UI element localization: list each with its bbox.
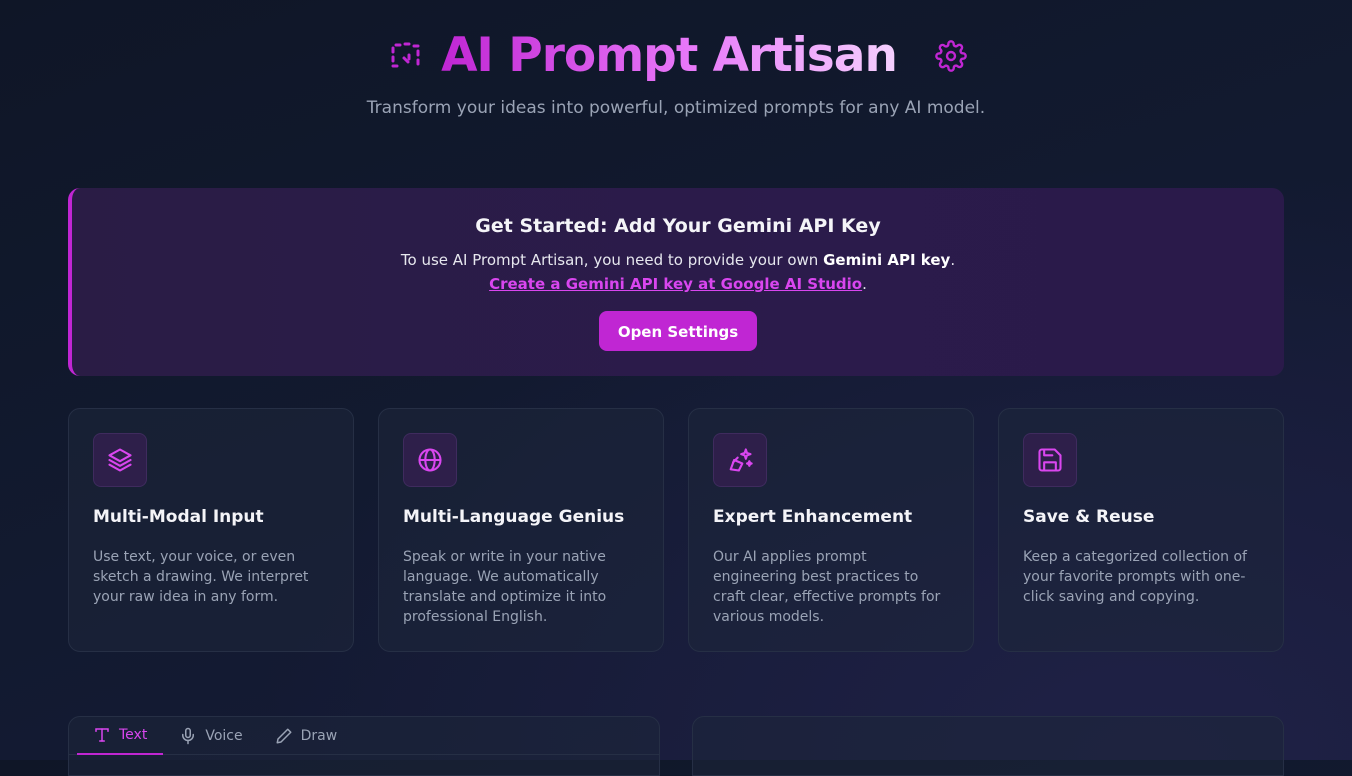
api-key-banner: Get Started: Add Your Gemini API Key To … bbox=[68, 188, 1284, 376]
input-mode-tabs: Text Voice Draw bbox=[69, 717, 659, 755]
banner-link-line: Create a Gemini API key at Google AI Stu… bbox=[72, 272, 1284, 296]
banner-link-suffix: . bbox=[862, 275, 867, 293]
feature-title: Expert Enhancement bbox=[713, 507, 913, 527]
input-panel: Text Voice Draw bbox=[68, 716, 660, 776]
feature-card-expert-enhancement: Expert Enhancement Our AI applies prompt… bbox=[688, 408, 974, 652]
microphone-icon bbox=[182, 727, 195, 745]
tab-label: Draw bbox=[300, 728, 338, 744]
banner-text: To use AI Prompt Artisan, you need to pr… bbox=[72, 248, 1284, 272]
google-ai-studio-link[interactable]: Create a Gemini API key at Google AI Stu… bbox=[489, 275, 862, 293]
pencil-icon bbox=[276, 728, 292, 744]
tab-draw[interactable]: Draw bbox=[259, 717, 354, 755]
app-title: AI Prompt Artisan bbox=[441, 28, 898, 83]
banner-text-bold: Gemini API key bbox=[823, 251, 951, 269]
wand-sparkles-icon bbox=[713, 433, 767, 487]
tab-label: Text bbox=[119, 727, 148, 743]
feature-description: Keep a categorized collection of your fa… bbox=[1023, 549, 1247, 605]
feature-card-save-reuse: Save & Reuse Keep a categorized collecti… bbox=[998, 408, 1284, 652]
dotted-arrows-icon bbox=[385, 36, 425, 76]
type-icon bbox=[95, 728, 109, 742]
banner-text-prefix: To use AI Prompt Artisan, you need to pr… bbox=[400, 251, 824, 269]
tab-label: Voice bbox=[205, 728, 243, 744]
feature-title: Multi-Language Genius bbox=[403, 507, 625, 527]
feature-cards: Multi-Modal Input Use text, your voice, … bbox=[68, 408, 1284, 652]
feature-description: Our AI applies prompt engineering best p… bbox=[713, 549, 941, 625]
feature-card-multi-language: Multi-Language Genius Speak or write in … bbox=[378, 408, 664, 652]
feature-title: Multi-Modal Input bbox=[93, 507, 264, 527]
feature-title: Save & Reuse bbox=[1023, 507, 1155, 527]
feature-card-multi-modal: Multi-Modal Input Use text, your voice, … bbox=[68, 408, 354, 652]
globe-icon bbox=[403, 433, 457, 487]
feature-description: Use text, your voice, or even sketch a d… bbox=[93, 549, 309, 605]
tab-voice[interactable]: Voice bbox=[163, 717, 258, 755]
open-settings-button[interactable]: Open Settings bbox=[599, 311, 757, 351]
feature-description: Speak or write in your native language. … bbox=[403, 549, 607, 625]
layers-icon bbox=[93, 433, 147, 487]
app-header: AI Prompt Artisan bbox=[0, 28, 1352, 84]
save-icon bbox=[1023, 433, 1077, 487]
app-subtitle: Transform your ideas into powerful, opti… bbox=[366, 98, 986, 118]
gear-icon[interactable] bbox=[935, 40, 967, 72]
tab-text[interactable]: Text bbox=[77, 717, 164, 755]
output-panel bbox=[692, 716, 1284, 776]
banner-title: Get Started: Add Your Gemini API Key bbox=[475, 215, 881, 237]
banner-text-suffix: . bbox=[950, 251, 956, 269]
